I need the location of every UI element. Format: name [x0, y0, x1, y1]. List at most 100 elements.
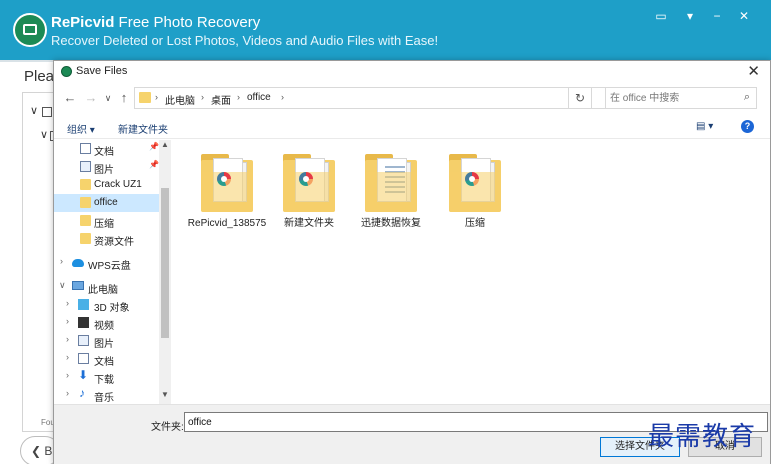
document-icon	[80, 143, 91, 154]
folder-name: 迅捷数据恢复	[361, 218, 421, 229]
nav-item-office[interactable]: office	[54, 194, 159, 212]
breadcrumb-chevron-icon[interactable]: ›	[201, 92, 204, 102]
dialog-title: Save Files	[76, 65, 128, 77]
nav-item-this-pc[interactable]: ∨ 此电脑	[54, 278, 159, 296]
nav-item-label: office	[94, 197, 118, 208]
folder-icon	[283, 152, 335, 212]
app-header: RePicvid Free Photo Recovery Recover Del…	[0, 0, 771, 60]
nav-item-crack-uz1[interactable]: Crack UZ1	[54, 176, 159, 194]
nav-item-label: 音乐	[94, 393, 114, 404]
chevron-right-icon[interactable]: ›	[66, 388, 69, 398]
breadcrumb-chevron-icon[interactable]: ›	[237, 92, 240, 102]
organize-button[interactable]: 组织 ▾	[67, 121, 95, 136]
folder-icon	[80, 215, 91, 226]
chevron-right-icon[interactable]: ›	[66, 298, 69, 308]
picture-icon	[78, 335, 89, 346]
chevron-down-icon[interactable]: ∨	[59, 280, 66, 291]
pin-icon: 📌	[149, 160, 159, 169]
nav-item-label: 此电脑	[88, 285, 118, 296]
folder-item-new-folder[interactable]: 新建文件夹	[269, 152, 349, 252]
tree-checkbox[interactable]	[42, 107, 52, 117]
chevron-right-icon[interactable]: ›	[60, 256, 63, 266]
nav-item-label: 资源文件	[94, 237, 134, 248]
app-logo-icon	[465, 172, 479, 186]
scroll-down-icon[interactable]: ▼	[161, 390, 169, 399]
nav-item-videos[interactable]: › 视频	[54, 314, 159, 332]
nav-item-label: Crack UZ1	[94, 179, 142, 190]
nav-item-resources[interactable]: 资源文件	[54, 230, 159, 248]
close-icon[interactable]: ✕	[747, 62, 760, 80]
new-folder-button[interactable]: 新建文件夹	[118, 121, 168, 136]
nav-item-label: 3D 对象	[94, 303, 130, 314]
nav-item-pictures[interactable]: › 图片	[54, 332, 159, 350]
refresh-button[interactable]: ↻	[568, 87, 592, 109]
help-icon[interactable]: ?	[741, 120, 754, 133]
address-bar[interactable]: › 此电脑 › 桌面 › office › ∨	[134, 87, 621, 109]
menu-dropdown-icon[interactable]: ▾	[679, 6, 701, 26]
nav-item-downloads[interactable]: › ⬇ 下载	[54, 368, 159, 386]
app-logo-icon	[13, 13, 47, 47]
nav-item-documents[interactable]: › 文档	[54, 350, 159, 368]
chevron-down-icon[interactable]: ∨	[30, 104, 38, 117]
search-icon[interactable]: ⌕	[744, 91, 750, 104]
breadcrumb-chevron-icon[interactable]: ›	[281, 92, 284, 102]
search-input[interactable]	[610, 90, 730, 106]
nav-item-label: 压缩	[94, 219, 114, 230]
picture-icon	[80, 161, 91, 172]
download-icon: ⬇	[78, 368, 89, 382]
app-logo-icon	[299, 172, 313, 186]
close-icon[interactable]: ✕	[733, 6, 755, 26]
forward-arrow-icon[interactable]: →	[83, 90, 99, 105]
3d-objects-icon	[78, 299, 89, 310]
folder-item-compress[interactable]: 压缩	[435, 152, 515, 252]
navigation-pane: 文档 📌 图片 📌 Crack UZ1 office 压缩 资源文件 › WPS…	[54, 140, 171, 404]
folder-icon	[139, 92, 151, 103]
chevron-right-icon[interactable]: ›	[66, 352, 69, 362]
recent-dropdown-icon[interactable]: ∨	[100, 93, 116, 104]
watermark-text: 最需教育	[648, 422, 757, 452]
chevron-right-icon[interactable]: ›	[66, 334, 69, 344]
app-title: RePicvid Free Photo Recovery	[51, 14, 261, 31]
nav-item-label: 视频	[94, 321, 114, 332]
command-toolbar: 组织 ▾ 新建文件夹 ▤ ▾ ?	[54, 117, 770, 139]
back-arrow-icon[interactable]: ←	[62, 90, 78, 105]
cloud-icon	[72, 259, 84, 267]
breadcrumb-chevron-icon[interactable]: ›	[155, 92, 158, 102]
nav-item-documents-quick[interactable]: 文档 📌	[54, 140, 159, 158]
scroll-up-icon[interactable]: ▲	[161, 140, 169, 149]
view-options-button[interactable]: ▤ ▾	[696, 121, 713, 132]
folder-item-repicvid[interactable]: RePicvid_138575	[187, 152, 267, 252]
folder-icon	[80, 179, 91, 190]
nav-item-label: 文档	[94, 357, 114, 368]
document-icon	[78, 353, 89, 364]
nav-scrollbar[interactable]: ▲ ▼	[159, 140, 171, 404]
minimize-icon[interactable]: −	[706, 6, 728, 26]
folder-icon	[449, 152, 501, 212]
nav-item-music[interactable]: › ♪ 音乐	[54, 386, 159, 404]
app-subtitle: Recover Deleted or Lost Photos, Videos a…	[51, 33, 439, 48]
chevron-right-icon[interactable]: ›	[66, 316, 69, 326]
scroll-thumb[interactable]	[161, 188, 169, 338]
up-arrow-icon[interactable]: ↑	[116, 90, 132, 105]
save-files-dialog: Save Files ✕ ← → ∨ ↑ › 此电脑 › 桌面 › office…	[53, 60, 771, 464]
breadcrumb-this-pc[interactable]: 此电脑	[165, 92, 195, 107]
chevron-down-icon[interactable]: ∨	[40, 128, 48, 141]
nav-item-pictures-quick[interactable]: 图片 📌	[54, 158, 159, 176]
computer-icon	[72, 281, 84, 290]
nav-item-label: 图片	[94, 339, 114, 350]
folder-item-data-recovery[interactable]: 迅捷数据恢复	[351, 152, 431, 252]
folder-field-label: 文件夹:	[151, 422, 184, 433]
nav-item-wps-cloud[interactable]: › WPS云盘	[54, 254, 159, 272]
folder-icon	[80, 197, 91, 208]
nav-item-3d-objects[interactable]: › 3D 对象	[54, 296, 159, 314]
feedback-icon[interactable]: ▭	[650, 6, 672, 26]
nav-item-compress[interactable]: 压缩	[54, 212, 159, 230]
nav-item-label: 文档	[94, 147, 114, 158]
video-icon	[78, 317, 89, 328]
breadcrumb-office[interactable]: office	[247, 92, 271, 103]
folder-name: RePicvid_138575	[187, 218, 267, 229]
chevron-right-icon[interactable]: ›	[66, 370, 69, 380]
folder-icon	[365, 152, 417, 212]
breadcrumb-desktop[interactable]: 桌面	[211, 92, 231, 107]
folder-icon	[201, 152, 253, 212]
